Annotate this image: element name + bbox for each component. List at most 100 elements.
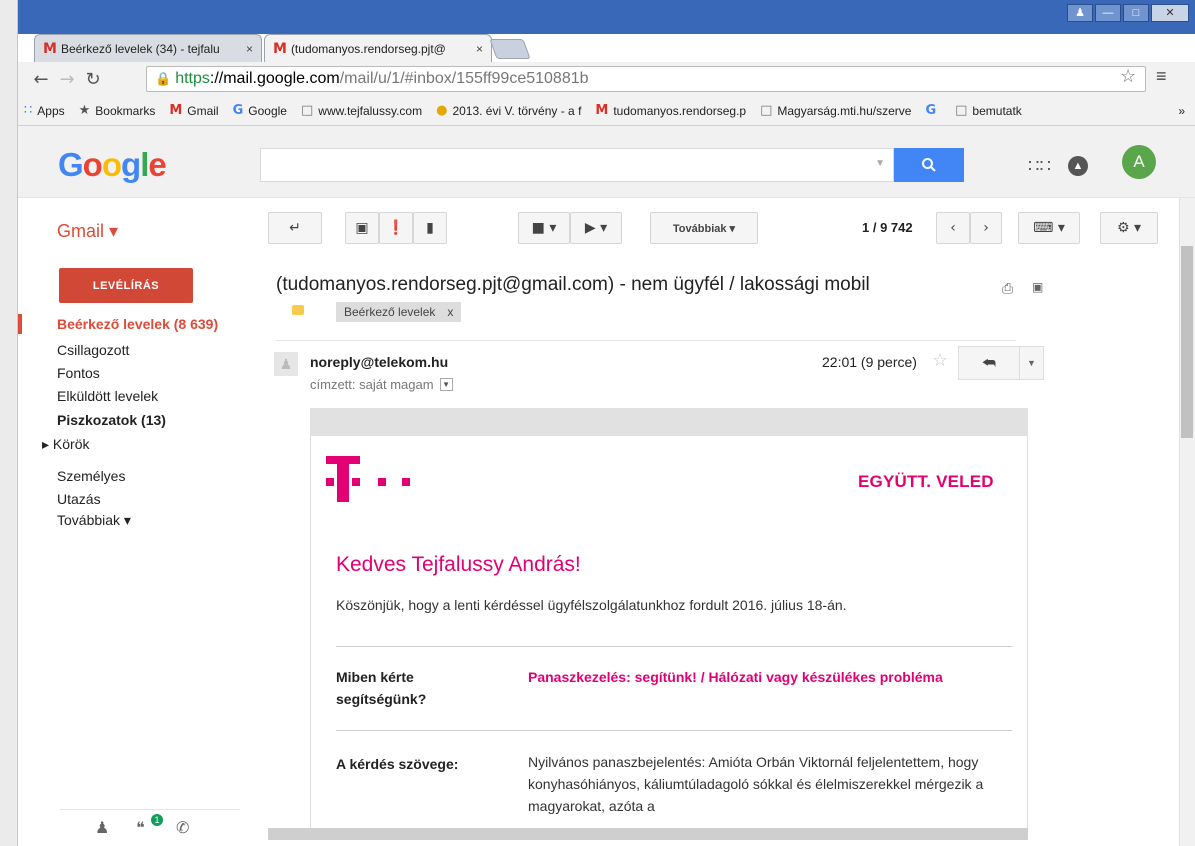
page-icon: □ xyxy=(760,103,773,118)
more-actions-button[interactable]: Továbbiak ▾ xyxy=(650,212,758,244)
bookmark-magyarsag[interactable]: □ Magyarság.mti.hu/szerve xyxy=(760,103,911,118)
bookmark-tejfalussy[interactable]: □ www.tejfalussy.com xyxy=(301,103,422,118)
email-thanks-text: Köszönjük, hogy a lenti kérdéssel ügyfél… xyxy=(336,597,847,613)
tab-current-message[interactable]: M (tudomanyos.rendorseg.pjt@ × xyxy=(264,34,492,62)
bookmark-label: Magyarság.mti.hu/szerve xyxy=(777,103,912,118)
important-marker-icon[interactable] xyxy=(292,305,304,315)
hangouts-icon[interactable]: ❝ xyxy=(136,818,145,837)
reply-button[interactable]: ⮪ xyxy=(958,346,1020,380)
account-avatar[interactable]: A xyxy=(1122,145,1156,179)
search-icon xyxy=(922,158,936,172)
chrome-menu-icon[interactable]: ≡ xyxy=(1156,66,1167,87)
gmail-app-switcher[interactable]: Gmail ▾ xyxy=(57,221,118,242)
reload-icon[interactable]: ↻ xyxy=(80,69,106,90)
bookmarks-overflow-button[interactable]: » xyxy=(1178,104,1185,118)
address-bar[interactable]: 🔒 https://mail.google.com/mail/u/1/#inbo… xyxy=(146,66,1146,92)
minimize-button[interactable]: — xyxy=(1095,4,1121,22)
input-tools-button[interactable]: ⌨ ▾ xyxy=(1018,212,1080,244)
bookmark-gmail[interactable]: M Gmail xyxy=(169,103,218,118)
sidebar-item-inbox[interactable]: Beérkező levelek (8 639) xyxy=(57,316,218,332)
tab-close-icon[interactable]: × xyxy=(246,42,253,56)
sidebar-item-starred[interactable]: Csillagozott xyxy=(57,342,129,358)
url-host: mail.google.com xyxy=(223,70,340,87)
settings-button[interactable]: ⚙ ▾ xyxy=(1100,212,1158,244)
bookmark-google[interactable]: G Google xyxy=(233,103,287,118)
window-frame-left xyxy=(0,0,18,846)
url-scheme: https xyxy=(175,70,210,87)
spam-icon: ❗ xyxy=(387,220,405,236)
star-icon[interactable]: ☆ xyxy=(932,350,948,371)
phone-icon[interactable]: ✆ xyxy=(176,818,189,837)
newer-button[interactable]: ‹ xyxy=(936,212,970,244)
reply-icon: ⮪ xyxy=(982,354,996,372)
close-window-button[interactable]: ✕ xyxy=(1151,4,1189,22)
back-arrow-icon[interactable]: ← xyxy=(28,69,54,90)
delete-button[interactable]: ▮ xyxy=(413,212,447,244)
back-to-inbox-button[interactable]: ↵ xyxy=(268,212,322,244)
search-input[interactable]: ▼ xyxy=(260,148,894,182)
bookmarks-bar: ∷ Apps ★ Bookmarks M Gmail G Google □ www.tej… xyxy=(18,96,1195,126)
contacts-icon[interactable]: ♟ xyxy=(95,818,109,837)
telekom-slogan: EGYÜTT. VELED xyxy=(858,472,994,491)
new-tab-button[interactable] xyxy=(489,39,531,59)
google-icon: G xyxy=(232,103,244,118)
bookmark-label: Apps xyxy=(37,103,65,118)
vertical-scrollbar-thumb[interactable] xyxy=(1181,246,1193,438)
bookmark-label: Google xyxy=(248,103,287,118)
labels-button[interactable]: ▶ ▾ xyxy=(570,212,622,244)
more-reply-options-button[interactable]: ▼ xyxy=(1020,346,1044,380)
logo-letter: o xyxy=(101,146,122,183)
search-button[interactable] xyxy=(894,148,964,182)
show-details-dropdown-icon[interactable]: ▼ xyxy=(439,378,453,391)
forward-arrow-icon[interactable]: → xyxy=(54,69,80,90)
google-apps-icon[interactable]: ∷∷ xyxy=(1028,156,1051,177)
notifications-bell-icon[interactable]: ▲ xyxy=(1068,156,1088,176)
older-button[interactable]: › xyxy=(970,212,1002,244)
logo-letter: e xyxy=(148,146,166,183)
horizontal-scrollbar[interactable] xyxy=(268,828,1028,840)
bookmark-torveny[interactable]: ● 2013. évi V. törvény - a f xyxy=(436,103,581,118)
sidebar-item-circles[interactable]: ▸ Körök xyxy=(42,436,90,453)
gear-icon: ⚙ ▾ xyxy=(1116,220,1142,236)
email-divider xyxy=(336,730,1012,731)
window-controls: ♟ — □ ✕ xyxy=(1067,4,1189,22)
bookmark-google-2[interactable]: G xyxy=(925,103,941,118)
archive-button[interactable]: ▣ xyxy=(345,212,379,244)
bookmark-tudomanyos[interactable]: Mtudomanyos.rendorseg.p xyxy=(595,103,746,118)
search-options-dropdown-icon[interactable]: ▼ xyxy=(875,158,885,169)
keyboard-icon: ⌨ ▾ xyxy=(1033,220,1065,236)
overflow-chevron-icon: » xyxy=(1178,103,1185,118)
gmail-icon: M xyxy=(595,103,609,118)
sidebar-item-sent[interactable]: Elküldött levelek xyxy=(57,388,158,404)
label-chip-text: Beérkező levelek xyxy=(344,305,436,319)
gmail-icon: M xyxy=(43,40,57,57)
sidebar-item-personal[interactable]: Személyes xyxy=(57,468,125,484)
tab-title: Beérkező levelek (34) - tejfalu xyxy=(60,41,220,56)
lock-icon: 🔒 xyxy=(155,71,172,86)
sidebar-item-more[interactable]: Továbbiak ▾ xyxy=(57,512,131,529)
bookmark-bemutatk[interactable]: □ bemutatk xyxy=(955,103,1022,118)
report-spam-button[interactable]: ❗ xyxy=(379,212,413,244)
compose-button[interactable]: LEVÉLÍRÁS xyxy=(59,268,193,303)
sidebar-item-drafts[interactable]: Piszkozatok (13) xyxy=(57,412,166,428)
sidebar-item-travel[interactable]: Utazás xyxy=(57,491,101,507)
print-icon[interactable]: ⎙ xyxy=(1002,280,1013,297)
logo-letter: o xyxy=(82,146,103,183)
tab-inbox[interactable]: M Beérkező levelek (34) - tejfalu × xyxy=(34,34,262,62)
tab-close-icon[interactable]: × xyxy=(476,42,483,56)
move-to-button[interactable]: ■ ▾ xyxy=(518,212,570,244)
bookmark-star-icon[interactable]: ☆ xyxy=(1120,66,1136,87)
sender-avatar: ♟ xyxy=(274,352,298,376)
archive-icon: ▣ xyxy=(355,220,369,236)
message-subject: (tudomanyos.rendorseg.pjt@gmail.com) - n… xyxy=(276,274,870,295)
google-icon: G xyxy=(925,103,937,118)
sidebar-item-important[interactable]: Fontos xyxy=(57,365,100,381)
bookmark-bookmarks[interactable]: ★ Bookmarks xyxy=(79,103,156,118)
profile-icon[interactable]: ♟ xyxy=(1067,4,1093,22)
google-logo[interactable]: Google xyxy=(58,146,167,184)
maximize-button[interactable]: □ xyxy=(1123,4,1149,22)
sender-email[interactable]: noreply@telekom.hu xyxy=(310,354,448,370)
new-window-icon[interactable]: ▣ xyxy=(1032,280,1043,294)
remove-label-icon[interactable]: x xyxy=(447,305,453,319)
bookmark-apps[interactable]: ∷ Apps xyxy=(24,103,65,118)
